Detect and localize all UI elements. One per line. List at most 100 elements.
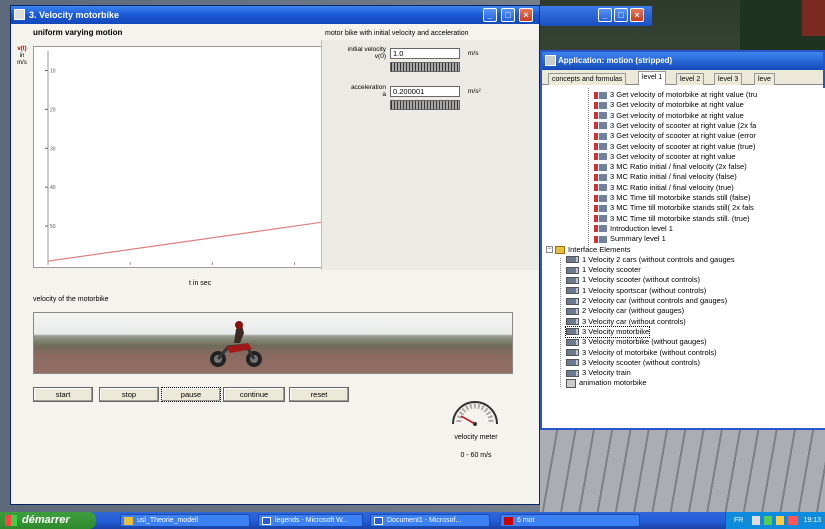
tree-item-label: Introduction level 1 xyxy=(610,223,673,233)
tree-item[interactable]: 3 Get velocity of scooter at right value xyxy=(594,152,735,162)
y-tick-label: 20 xyxy=(50,107,56,113)
close-icon[interactable]: × xyxy=(630,8,644,22)
tree-item[interactable]: animation motorbike xyxy=(566,378,647,388)
scene-label: velocity of the motorbike xyxy=(33,296,109,303)
velocity-graph: 50 40 30 20 10 xyxy=(33,46,325,268)
tree-item[interactable]: 1 Velocity scooter (without controls) xyxy=(566,275,700,285)
tree-item-label: 3 Velocity scooter (without controls) xyxy=(582,357,700,367)
tree-item-label: 3 Get velocity of scooter at right value… xyxy=(610,141,756,151)
acceleration-input[interactable]: 0.200001 xyxy=(390,86,460,97)
maximize-icon[interactable]: □ xyxy=(501,8,515,22)
tree-item-label: 3 MC Time till motorbike stands still. (… xyxy=(610,213,750,223)
tree-item[interactable]: 3 Velocity motorbike xyxy=(564,325,651,338)
interface-element-icon xyxy=(566,349,579,357)
tree-item[interactable]: 3 MC Ratio initial / final velocity (fal… xyxy=(594,172,737,182)
tree-item[interactable]: 1 Velocity scooter xyxy=(566,265,641,275)
page-icon xyxy=(594,101,607,109)
pause-button[interactable]: pause xyxy=(161,387,221,402)
tree-item[interactable]: 3 Velocity motorbike (without gauges) xyxy=(566,337,707,347)
tray-icons[interactable] xyxy=(752,516,798,525)
velocity-line xyxy=(47,221,323,262)
tree-item[interactable]: 3 Velocity train xyxy=(566,368,631,378)
y-axis-in: in xyxy=(19,53,25,59)
initial-velocity-input[interactable]: 1.0 xyxy=(390,48,460,59)
tab-0[interactable]: concepts and formulas xyxy=(548,73,627,85)
continue-button[interactable]: continue xyxy=(223,387,285,402)
tree-item-label: 1 Velocity scooter (without controls) xyxy=(582,275,700,285)
tree-item[interactable]: 3 Get velocity of motorbike at right val… xyxy=(594,90,757,100)
tab-2[interactable]: level 2 xyxy=(676,73,705,85)
tree-item[interactable]: 3 Velocity car (without controls) xyxy=(566,317,686,327)
taskbar: démarrer usl_Theorie_modell legends - Mic… xyxy=(0,512,825,529)
app-window-titlebar[interactable]: Application: motion (stripped) xyxy=(542,52,823,70)
tree-item-label: animation motorbike xyxy=(579,378,647,388)
folder-icon xyxy=(555,245,565,254)
y-tick-label: 10 xyxy=(50,68,56,74)
tab-3[interactable]: level 3 xyxy=(714,73,743,85)
tree-item[interactable]: 3 MC Time till motorbike stands still (f… xyxy=(594,193,750,203)
tree-item[interactable]: 3 Get velocity of scooter at right value… xyxy=(594,142,755,152)
tree-item[interactable]: 1 Velocity sportscar (without controls) xyxy=(566,286,706,296)
tree-item[interactable]: 2 Velocity car (without controls and gau… xyxy=(566,296,727,306)
language-indicator[interactable]: FR xyxy=(734,512,743,529)
motorbike-icon xyxy=(210,321,262,367)
motorbike-animation xyxy=(33,312,513,374)
acceleration-unit: m/s² xyxy=(468,88,481,95)
tree-item[interactable]: 3 Velocity scooter (without controls) xyxy=(566,358,700,368)
start-label: démarrer xyxy=(22,514,70,526)
tree-item-label: 3 Velocity of motorbike (without control… xyxy=(582,347,717,357)
stop-button[interactable]: stop xyxy=(99,387,159,402)
tree-item[interactable]: 1 Velocity 2 cars (without controls and … xyxy=(566,255,735,265)
tree-item[interactable]: Introduction level 1 xyxy=(594,224,673,234)
reset-button[interactable]: reset xyxy=(289,387,349,402)
close-icon[interactable]: × xyxy=(519,8,533,22)
tree-item-label: 3 Get velocity of scooter at right value… xyxy=(610,120,757,130)
tree-item-label: 3 Velocity car (without controls) xyxy=(582,316,686,326)
app-icon xyxy=(14,9,25,20)
background-window-titlebar[interactable]: _ □ × xyxy=(540,6,652,26)
tree-item-label: 3 MC Time till motorbike stands still( 2… xyxy=(610,203,754,213)
tree-item[interactable]: 3 MC Time till motorbike stands still. (… xyxy=(594,214,750,224)
acceleration-sub: a xyxy=(382,91,386,98)
initial-velocity-slider[interactable] xyxy=(390,62,460,72)
tree-item-label: 3 Velocity motorbike xyxy=(582,326,650,336)
maximize-icon[interactable]: □ xyxy=(614,8,628,22)
page-icon xyxy=(594,235,607,243)
taskbar-task[interactable]: Document1 - Microsof... xyxy=(370,514,490,527)
start-button[interactable]: start xyxy=(33,387,93,402)
tree-item-label: 1 Velocity 2 cars (without controls and … xyxy=(582,254,735,264)
tree-item[interactable]: 3 MC Ratio initial / final velocity (2x … xyxy=(594,162,747,172)
document-icon xyxy=(262,517,271,525)
y-tick-label: 40 xyxy=(50,185,56,191)
page-icon xyxy=(594,112,607,120)
taskbar-task[interactable]: 6 mot xyxy=(500,514,640,527)
tab-1[interactable]: level 1 xyxy=(638,71,667,85)
minimize-icon[interactable]: _ xyxy=(598,8,612,22)
y-tick-label: 30 xyxy=(50,146,56,152)
initial-velocity-label-text: initial velocity xyxy=(347,46,386,53)
tree-item[interactable]: 3 Get velocity of motorbike at right val… xyxy=(594,111,744,121)
tree-item[interactable]: Summary level 1 xyxy=(594,234,666,244)
tree-item[interactable]: 3 Get velocity of scooter at right value… xyxy=(594,131,756,141)
tree-item[interactable]: 3 MC Time till motorbike stands still( 2… xyxy=(594,203,754,213)
acceleration-slider[interactable] xyxy=(390,100,460,110)
tree-item-label: 3 MC Ratio initial / final velocity (tru… xyxy=(610,182,734,192)
tree-item[interactable]: 3 Velocity of motorbike (without control… xyxy=(566,348,717,358)
start-button[interactable]: démarrer xyxy=(0,512,96,529)
minimize-icon[interactable]: _ xyxy=(483,8,497,22)
system-tray: FR 19:13 xyxy=(725,512,825,529)
meter-label: velocity meter xyxy=(454,434,498,441)
tree-expander-icon[interactable]: − xyxy=(546,246,553,254)
tree-item[interactable]: 2 Velocity car (without gauges) xyxy=(566,306,684,316)
acceleration-label-text: acceleration xyxy=(350,84,386,91)
content-tree: 3 Get velocity of motorbike at right val… xyxy=(542,88,825,428)
tab-4[interactable]: leve xyxy=(754,73,775,85)
tree-item[interactable]: 3 Get velocity of motorbike at right val… xyxy=(594,100,744,110)
y-axis-unit: v(t) in m/s xyxy=(11,46,33,67)
tree-item[interactable]: 3 MC Ratio initial / final velocity (tru… xyxy=(594,183,734,193)
taskbar-task[interactable]: usl_Theorie_modell xyxy=(120,514,250,527)
acceleration-label: acceleration a xyxy=(324,84,386,98)
window-titlebar[interactable]: 3. Velocity motorbike _ □ × xyxy=(11,6,539,24)
taskbar-task[interactable]: legends - Microsoft W... xyxy=(258,514,363,527)
tree-item[interactable]: 3 Get velocity of scooter at right value… xyxy=(594,121,756,131)
